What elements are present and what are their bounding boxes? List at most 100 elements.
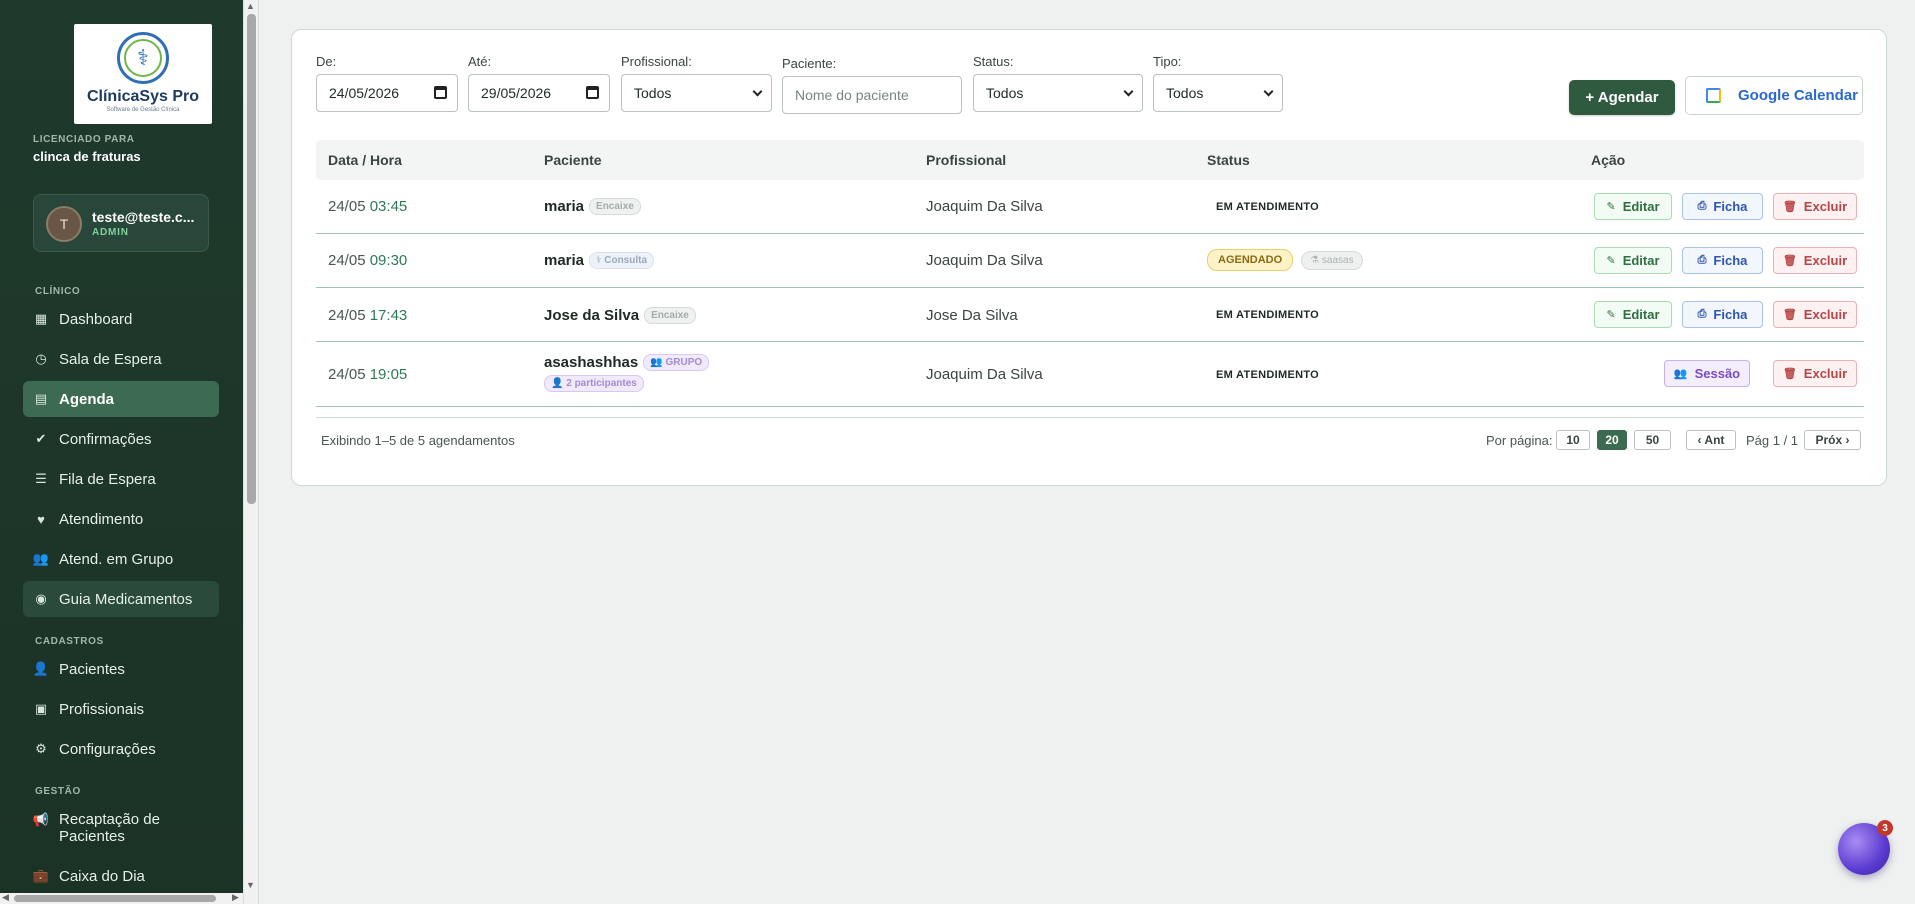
sidebar-item-guia-medicamentos[interactable]: ◉ Guia Medicamentos <box>23 581 219 617</box>
user-icon: 👤 <box>32 661 50 676</box>
scrollbar-thumb[interactable] <box>247 14 256 504</box>
edit-label: Editar <box>1622 253 1660 268</box>
clock-icon: ◷ <box>35 351 47 366</box>
chevron-down-icon <box>1123 86 1134 97</box>
row-professional: Jose Da Silva <box>926 307 1018 324</box>
filter-status-select[interactable]: Todos <box>973 74 1143 112</box>
sidebar-item-dashboard[interactable]: ▦ Dashboard <box>23 301 219 337</box>
scrollbar-thumb[interactable] <box>14 895 216 902</box>
patient-name[interactable]: maria <box>544 252 584 269</box>
delete-button[interactable]: 🗑 Excluir <box>1773 360 1857 387</box>
trash-icon: 🗑 <box>1782 368 1797 380</box>
user-card[interactable]: T teste@teste.c... ADMIN <box>33 194 209 252</box>
trash-icon: 🗑 <box>1782 201 1797 213</box>
sidebar-item-fila-de-espera[interactable]: ☰ Fila de Espera <box>23 461 219 497</box>
calendar-icon[interactable] <box>434 86 447 99</box>
users-icon: 👥 <box>1673 368 1688 380</box>
delete-button[interactable]: 🗑 Excluir <box>1773 193 1857 220</box>
row-time: 17:43 <box>369 307 408 324</box>
printer-icon: ⎙ <box>1697 254 1707 266</box>
filter-patient-input[interactable]: Nome do paciente <box>782 76 962 114</box>
header-status: Status <box>1207 152 1250 168</box>
sidebar-item-pacientes[interactable]: 👤 Pacientes <box>23 651 219 687</box>
table-row: 24/05 03:45 maria Encaixe Joaquim Da Silv… <box>316 180 1864 234</box>
sidebar-item-label: Agenda <box>59 390 115 408</box>
delete-label: Excluir <box>1803 366 1848 381</box>
edit-button[interactable]: ✎ Editar <box>1594 193 1672 220</box>
patient-name[interactable]: asashashhas <box>544 354 638 371</box>
row-patient: Jose da Silva Encaixe <box>544 307 696 324</box>
edit-button[interactable]: ✎ Editar <box>1594 301 1672 328</box>
scroll-down-icon[interactable]: ▼ <box>246 880 255 890</box>
sidebar-item-atend-em-grupo[interactable]: 👥 Atend. em Grupo <box>23 541 219 577</box>
delete-button[interactable]: 🗑 Excluir <box>1773 247 1857 274</box>
table-row: 24/05 17:43 Jose da Silva Encaixe Jose Da… <box>316 288 1864 342</box>
sidebar-item-label: Caixa do Dia <box>59 867 145 885</box>
row-date: 24/05 <box>328 252 366 269</box>
sidebar-item-label: Pacientes <box>59 660 125 678</box>
sidebar-item-confirmacoes[interactable]: ✔ Confirmações <box>23 421 219 457</box>
schedule-button[interactable]: + Agendar <box>1569 80 1675 115</box>
sheet-button[interactable]: ⎙ Ficha <box>1682 247 1763 274</box>
chevron-down-icon <box>752 86 763 97</box>
sidebar-item-configuracoes[interactable]: ⚙ Configurações <box>23 731 219 767</box>
scroll-right-icon[interactable]: ▶ <box>232 892 239 903</box>
sidebar-item-agenda[interactable]: ▤ Agenda <box>23 381 219 417</box>
next-page-button[interactable]: Próx › <box>1804 430 1861 450</box>
filter-to-value: 29/05/2026 <box>481 85 552 101</box>
patient-name[interactable]: Jose da Silva <box>544 307 639 324</box>
session-button[interactable]: 👥 Sessão <box>1664 360 1750 387</box>
edit-button[interactable]: ✎ Editar <box>1594 247 1672 274</box>
sheet-button[interactable]: ⎙ Ficha <box>1682 301 1763 328</box>
printer-icon: ⎙ <box>1697 200 1707 212</box>
sheet-label: Ficha <box>1713 253 1748 268</box>
sidebar-item-label-line2: Pacientes <box>59 828 125 845</box>
filter-type-value: Todos <box>1166 85 1204 101</box>
sidebar-item-atendimento[interactable]: ♥ Atendimento <box>23 501 219 537</box>
sidebar-vertical-scrollbar[interactable]: ▲ ▼ <box>243 0 258 904</box>
patient-name[interactable]: maria <box>544 198 584 215</box>
row-date: 24/05 <box>328 198 366 215</box>
appointment-type-tag: Encaixe <box>644 307 696 324</box>
per-page-10-button[interactable]: 10 <box>1556 430 1590 450</box>
filter-status-value: Todos <box>986 85 1024 101</box>
brand-logo[interactable]: ⚕ ClínicaSys Pro Software de Gestão Clín… <box>74 24 212 124</box>
row-professional: Joaquim Da Silva <box>926 198 1043 215</box>
appointment-type-tag: 👥 GRUPO <box>643 354 710 371</box>
sidebar: ⚕ ClínicaSys Pro Software de Gestão Clín… <box>0 0 243 904</box>
filter-from-label: De: <box>316 54 337 69</box>
filter-from-date[interactable]: 24/05/2026 <box>316 74 458 112</box>
printer-icon: ⎙ <box>1697 308 1707 320</box>
filter-professional-value: Todos <box>634 85 672 101</box>
participants-row: 👤 2 participantes <box>544 375 709 392</box>
license-name: clinca de fraturas <box>33 149 141 164</box>
scroll-left-icon[interactable]: ◀ <box>2 892 9 903</box>
scroll-up-icon[interactable]: ▲ <box>246 1 255 11</box>
sidebar-item-sala-de-espera[interactable]: ◷ Sala de Espera <box>23 341 219 377</box>
delete-button[interactable]: 🗑 Excluir <box>1773 301 1857 328</box>
megaphone-icon: 📢 <box>32 812 50 827</box>
caduceus-icon: ⚕ <box>117 32 169 84</box>
participants-label: 2 participantes <box>566 378 637 389</box>
row-patient: asashashhas 👥 GRUPO 👤 2 participantes <box>544 354 710 392</box>
row-date: 24/05 <box>328 307 366 324</box>
sidebar-item-profissionais[interactable]: ▣ Profissionais <box>23 691 219 727</box>
header-datetime: Data / Hora <box>328 152 402 168</box>
filter-to-date[interactable]: 29/05/2026 <box>468 74 610 112</box>
sidebar-item-label: Confirmações <box>59 430 152 448</box>
prev-page-button[interactable]: ‹ Ant <box>1686 430 1736 450</box>
row-time: 03:45 <box>369 198 408 215</box>
sidebar-item-caixa-do-dia[interactable]: 💼 Caixa do Dia <box>23 858 219 894</box>
sheet-button[interactable]: ⎙ Ficha <box>1682 193 1763 220</box>
header-professional: Profissional <box>926 152 1007 168</box>
filter-professional-select[interactable]: Todos <box>621 74 772 112</box>
heart-pulse-icon: ♥ <box>37 511 45 527</box>
per-page-50-button[interactable]: 50 <box>1634 430 1671 450</box>
calendar-icon[interactable] <box>586 86 599 99</box>
per-page-20-button[interactable]: 20 <box>1597 430 1627 450</box>
google-calendar-button[interactable]: Google Calendar <box>1685 76 1863 115</box>
google-calendar-icon <box>1706 88 1721 103</box>
sidebar-item-recaptacao[interactable]: 📢 Recaptação de Pacientes <box>23 805 219 849</box>
filter-type-select[interactable]: Todos <box>1153 74 1283 112</box>
sidebar-horizontal-scrollbar[interactable]: ◀ ▶ <box>0 892 243 904</box>
